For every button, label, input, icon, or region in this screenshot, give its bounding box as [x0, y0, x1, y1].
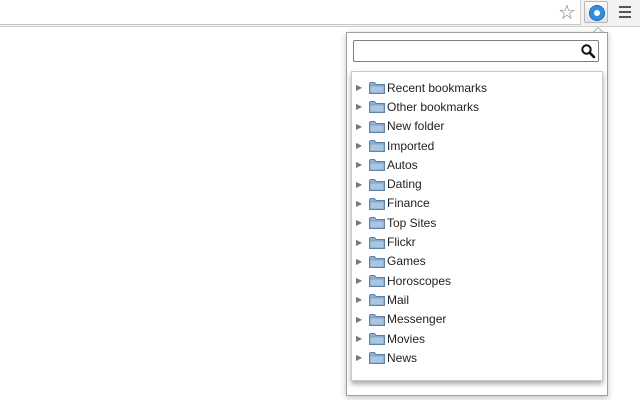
address-bar[interactable] [0, 0, 581, 25]
expand-arrow-icon[interactable]: ▶ [356, 257, 368, 266]
expand-arrow-icon[interactable]: ▶ [356, 295, 368, 304]
bookmark-extension-icon [589, 5, 605, 21]
expand-arrow-icon[interactable]: ▶ [356, 353, 368, 362]
folder-label: Recent bookmarks [387, 80, 488, 95]
folder-icon [369, 217, 385, 230]
folder-icon [369, 333, 385, 345]
folder-icon [369, 294, 385, 307]
folder-label: Other bookmarks [387, 99, 480, 114]
folder-icon [369, 275, 385, 288]
folder-item[interactable]: ▶ Movies [352, 329, 602, 348]
folder-icon [369, 101, 385, 114]
expand-arrow-icon[interactable]: ▶ [356, 102, 368, 111]
folder-item[interactable]: ▶ Dating [352, 174, 602, 193]
expand-arrow-icon[interactable]: ▶ [356, 122, 368, 131]
bookmark-popup: ▶ Recent bookmarks ▶ Other bookmarks ▶ N… [346, 32, 608, 396]
expand-arrow-icon[interactable]: ▶ [356, 276, 368, 285]
expand-arrow-icon[interactable]: ▶ [356, 334, 368, 343]
folder-icon [369, 313, 385, 326]
folder-label: Mail [387, 292, 410, 307]
folder-icon [369, 197, 385, 210]
bookmark-extension-button[interactable] [584, 1, 608, 23]
folder-icon [369, 159, 385, 172]
folder-item[interactable]: ▶ New folder [352, 117, 602, 136]
folder-label: Dating [387, 177, 422, 192]
folder-icon [369, 82, 385, 95]
folder-label: Movies [387, 331, 426, 346]
expand-arrow-icon[interactable]: ▶ [356, 180, 368, 189]
search-box[interactable] [353, 40, 599, 62]
folder-label: Imported [387, 138, 435, 153]
folder-list: ▶ Recent bookmarks ▶ Other bookmarks ▶ N… [352, 72, 602, 367]
folder-item[interactable]: ▶ Top Sites [352, 213, 602, 232]
folder-icon [369, 236, 385, 249]
folder-item[interactable]: ▶ Mail [352, 290, 602, 309]
expand-arrow-icon[interactable]: ▶ [356, 83, 368, 92]
folder-item[interactable]: ▶ Games [352, 252, 602, 271]
expand-arrow-icon[interactable]: ▶ [356, 141, 368, 150]
expand-arrow-icon[interactable]: ▶ [356, 199, 368, 208]
folder-label: Games [387, 254, 426, 269]
folder-label: Finance [387, 196, 430, 211]
folder-icon [369, 120, 385, 133]
folder-item[interactable]: ▶ Messenger [352, 310, 602, 329]
folder-item[interactable]: ▶ Other bookmarks [352, 97, 602, 116]
folder-item[interactable]: ▶ Finance [352, 194, 602, 213]
folder-label: Autos [387, 157, 418, 172]
folder-icon [369, 140, 385, 153]
folder-label: Flickr [387, 235, 416, 250]
folder-icon [369, 255, 385, 268]
folder-label: News [387, 350, 418, 365]
bookmark-tree: ▶ Recent bookmarks ▶ Other bookmarks ▶ N… [351, 71, 603, 381]
folder-label: Horoscopes [387, 273, 452, 288]
folder-label: New folder [387, 119, 445, 134]
expand-arrow-icon[interactable]: ▶ [356, 160, 368, 169]
search-icon[interactable] [580, 43, 596, 59]
expand-arrow-icon[interactable]: ▶ [356, 315, 368, 324]
expand-arrow-icon[interactable]: ▶ [356, 238, 368, 247]
folder-item[interactable]: ▶ Flickr [352, 232, 602, 251]
search-input[interactable] [356, 42, 578, 62]
folder-label: Top Sites [387, 215, 437, 230]
folder-item[interactable]: ▶ News [352, 348, 602, 367]
folder-label: Messenger [387, 312, 447, 327]
expand-arrow-icon[interactable]: ▶ [356, 218, 368, 227]
folder-item[interactable]: ▶ Imported [352, 136, 602, 155]
star-outline-icon[interactable]: ☆ [556, 1, 578, 23]
folder-icon [369, 352, 385, 365]
folder-item[interactable]: ▶ Horoscopes [352, 271, 602, 290]
folder-item[interactable]: ▶ Autos [352, 155, 602, 174]
hamburger-menu-icon[interactable] [616, 3, 634, 21]
browser-toolbar: ☆ [0, 0, 640, 27]
folder-item[interactable]: ▶ Recent bookmarks [352, 78, 602, 97]
folder-icon [369, 178, 385, 191]
